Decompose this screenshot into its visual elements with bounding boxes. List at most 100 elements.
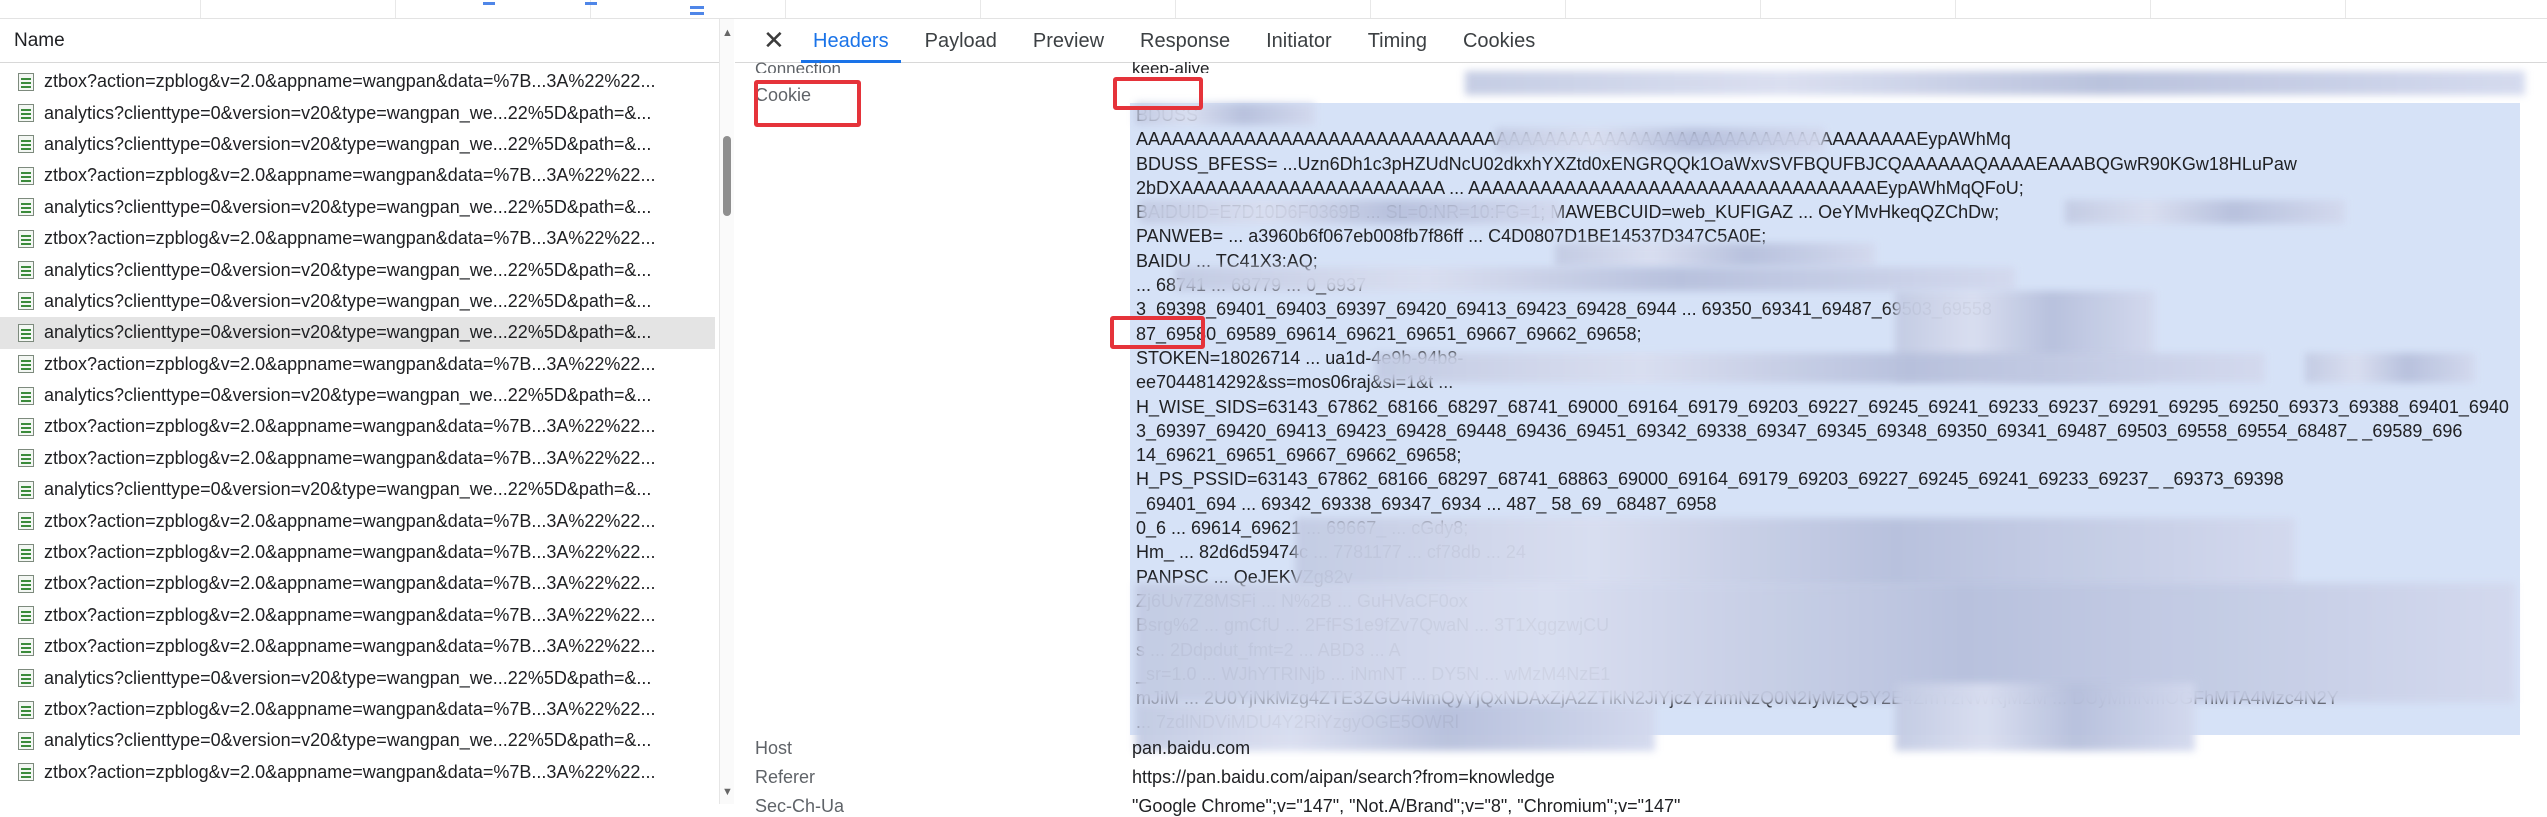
document-icon (18, 574, 34, 593)
request-row[interactable]: ztbox?action=zpblog&v=2.0&appname=wangpa… (0, 568, 715, 599)
close-icon[interactable]: ✕ (763, 27, 785, 53)
cookie-value-line: H_WISE_SIDS=63143_67862_68166_68297_6874… (1136, 396, 2509, 417)
document-icon (18, 386, 34, 405)
document-icon (18, 166, 34, 185)
document-icon (18, 135, 34, 154)
request-name: analytics?clienttype=0&version=v20&type=… (44, 385, 652, 406)
header-name-connection: Connection (755, 59, 842, 73)
request-row[interactable]: analytics?clienttype=0&version=v20&type=… (0, 254, 715, 285)
request-name: ztbox?action=zpblog&v=2.0&appname=wangpa… (44, 699, 656, 719)
cookie-value-line: 3_69397_69420_69413_69423_69428_69448_69… (1136, 420, 2463, 441)
document-icon (18, 512, 34, 531)
timeline-gridline (200, 0, 201, 18)
request-row[interactable]: analytics?clienttype=0&version=v20&type=… (0, 192, 715, 223)
request-name: ztbox?action=zpblog&v=2.0&appname=wangpa… (44, 542, 656, 563)
timeline-gridline (2345, 0, 2346, 18)
scrollbar-thumb[interactable] (723, 136, 731, 216)
request-name: analytics?clienttype=0&version=v20&type=… (44, 322, 652, 343)
request-row[interactable]: ztbox?action=zpblog&v=2.0&appname=wangpa… (0, 349, 715, 380)
request-row[interactable]: ztbox?action=zpblog&v=2.0&appname=wangpa… (0, 600, 715, 631)
request-name: analytics?clienttype=0&version=v20&type=… (44, 479, 652, 500)
request-name: ztbox?action=zpblog&v=2.0&appname=wangpa… (44, 228, 656, 249)
request-row[interactable]: analytics?clienttype=0&version=v20&type=… (0, 286, 715, 317)
timeline-request-bar (585, 2, 597, 5)
request-row[interactable]: ztbox?action=zpblog&v=2.0&appname=wangpa… (0, 694, 715, 725)
cookie-value-line: 2bDXAAAAAAAAAAAAAAAAAAAAAA ... AAAAAAAAA… (1136, 177, 2024, 198)
redaction-blur (1175, 267, 2015, 291)
document-icon (18, 72, 34, 91)
request-name: ztbox?action=zpblog&v=2.0&appname=wangpa… (44, 165, 656, 186)
cookie-value-line: AAAAAAAAAAAAAAAAAAAAAAAAAAAAAAAAAAAAAAAA… (1136, 127, 2514, 151)
request-name: analytics?clienttype=0&version=v20&type=… (44, 667, 652, 688)
document-icon (18, 763, 34, 782)
request-row[interactable]: ztbox?action=zpblog&v=2.0&appname=wangpa… (0, 537, 715, 568)
header-value-connection: keep-alive (1132, 59, 1210, 73)
timeline-request-bar (690, 6, 704, 9)
tab-response[interactable]: Response (1122, 30, 1248, 62)
timeline-request-bar (483, 2, 495, 5)
request-row[interactable]: ztbox?action=zpblog&v=2.0&appname=wangpa… (0, 411, 715, 442)
request-name: ztbox?action=zpblog&v=2.0&appname=wangpa… (44, 447, 656, 468)
request-name: ztbox?action=zpblog&v=2.0&appname=wangpa… (44, 416, 656, 437)
timeline-gridline (395, 0, 396, 18)
name-column-label: Name (14, 29, 65, 51)
redaction-blur (2305, 353, 2475, 383)
redaction-blur (1295, 518, 2295, 588)
header-value-referer: https://pan.baidu.com/aipan/search?from=… (1132, 767, 1555, 787)
document-icon (18, 606, 34, 625)
headers-content: Connection keep-alive Cookie BDUSSAAAAAA… (735, 59, 2547, 816)
tab-preview[interactable]: Preview (1015, 30, 1122, 62)
timeline-gridline (980, 0, 981, 18)
document-icon (18, 480, 34, 499)
request-row[interactable]: analytics?clienttype=0&version=v20&type=… (0, 662, 715, 693)
cookie-value-line: BDUSS (1136, 103, 2514, 127)
request-row[interactable]: analytics?clienttype=0&version=v20&type=… (0, 97, 715, 128)
request-row[interactable]: analytics?clienttype=0&version=v20&type=… (0, 474, 715, 505)
document-icon (18, 229, 34, 248)
document-icon (18, 261, 34, 280)
scroll-up-arrow-icon[interactable]: ▲ (722, 27, 733, 39)
request-row[interactable]: analytics?clienttype=0&version=v20&type=… (0, 380, 715, 411)
document-icon (18, 543, 34, 562)
request-name: ztbox?action=zpblog&v=2.0&appname=wangpa… (44, 71, 656, 92)
request-row[interactable]: ztbox?action=zpblog&v=2.0&appname=wangpa… (0, 160, 715, 191)
request-name: ztbox?action=zpblog&v=2.0&appname=wangpa… (44, 761, 656, 782)
tab-timing[interactable]: Timing (1350, 30, 1445, 62)
request-name: analytics?clienttype=0&version=v20&type=… (44, 196, 652, 217)
redaction-blur (1140, 200, 1560, 224)
request-row[interactable]: ztbox?action=zpblog&v=2.0&appname=wangpa… (0, 631, 715, 662)
request-row[interactable]: ztbox?action=zpblog&v=2.0&appname=wangpa… (0, 443, 715, 474)
tab-initiator[interactable]: Initiator (1248, 30, 1350, 62)
request-list-scrollbar[interactable]: ▲ ▼ (719, 19, 734, 804)
document-icon (18, 104, 34, 123)
request-list: ztbox?action=zpblog&v=2.0&appname=wangpa… (0, 66, 715, 804)
scroll-down-arrow-icon[interactable]: ▼ (722, 786, 733, 798)
redaction-blur (2065, 200, 2345, 224)
document-icon (18, 669, 34, 688)
request-row[interactable]: analytics?clienttype=0&version=v20&type=… (0, 725, 715, 756)
request-row[interactable]: analytics?clienttype=0&version=v20&type=… (0, 317, 715, 349)
network-timeline-overview[interactable] (0, 0, 2547, 19)
cookie-value-line: _69401_694 ... 69342_69338_69347_6934 ..… (1136, 493, 1717, 514)
tab-cookies[interactable]: Cookies (1445, 30, 1553, 62)
request-name: analytics?clienttype=0&version=v20&type=… (44, 133, 652, 154)
cookie-value-line: H_PS_PSSID=63143_67862_68166_68297_68741… (1136, 469, 2284, 490)
document-icon (18, 700, 34, 719)
document-icon (18, 449, 34, 468)
request-name: analytics?clienttype=0&version=v20&type=… (44, 259, 652, 280)
cookie-value-line: BDUSS_BFESS= ...Uzn6Dh1c3pHZUdNcU02dkxhY… (1136, 153, 2297, 174)
request-row[interactable]: ztbox?action=zpblog&v=2.0&appname=wangpa… (0, 757, 715, 788)
tab-headers[interactable]: Headers (795, 30, 907, 63)
request-name: analytics?clienttype=0&version=v20&type=… (44, 730, 652, 751)
document-icon (18, 731, 34, 750)
document-icon (18, 198, 34, 217)
timeline-gridline (2150, 0, 2151, 18)
request-list-panel: Name ztbox?action=zpblog&v=2.0&appname=w… (0, 19, 734, 804)
redaction-blur (1495, 128, 1825, 152)
tab-payload[interactable]: Payload (907, 30, 1015, 62)
name-column-header[interactable]: Name (0, 19, 733, 63)
request-row[interactable]: ztbox?action=zpblog&v=2.0&appname=wangpa… (0, 223, 715, 254)
request-row[interactable]: ztbox?action=zpblog&v=2.0&appname=wangpa… (0, 505, 715, 536)
request-row[interactable]: ztbox?action=zpblog&v=2.0&appname=wangpa… (0, 66, 715, 97)
request-row[interactable]: analytics?clienttype=0&version=v20&type=… (0, 129, 715, 160)
